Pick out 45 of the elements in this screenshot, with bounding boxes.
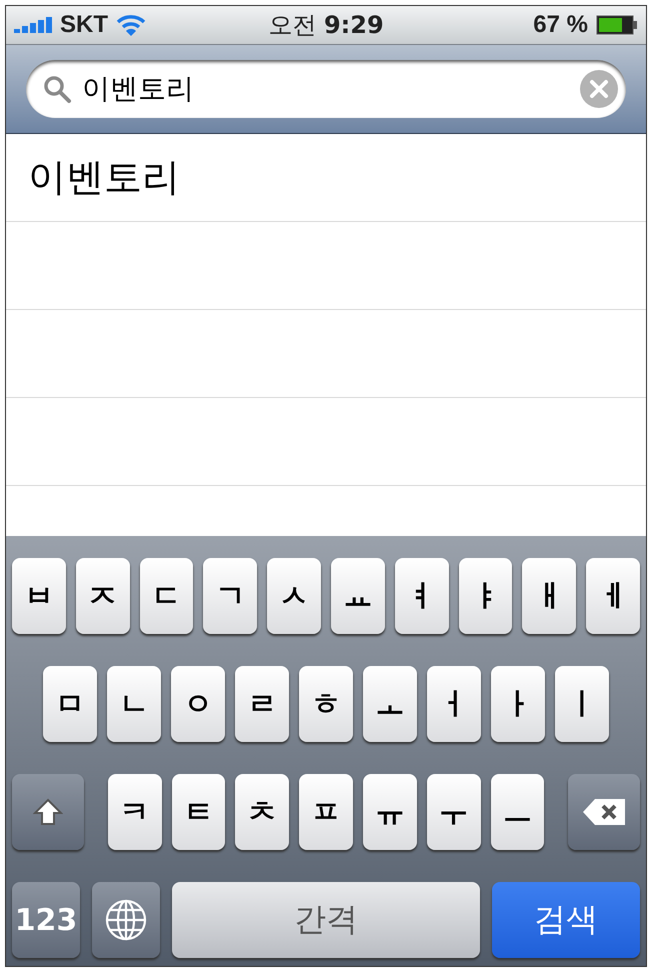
key[interactable]: ㅗ [363,666,417,742]
key[interactable]: ㅎ [299,666,353,742]
search-key[interactable]: 검색 [492,882,640,958]
key[interactable]: ㅔ [586,558,640,634]
globe-key[interactable] [92,882,160,958]
battery-icon [596,15,638,35]
search-result[interactable]: 이벤토리 [6,134,646,222]
key[interactable]: ㅅ [267,558,321,634]
search-icon [42,74,72,104]
key[interactable]: ㅑ [458,558,512,634]
backspace-icon [581,797,628,827]
space-key[interactable]: 간격 [172,882,480,958]
shift-key[interactable] [12,774,84,850]
key[interactable]: ㅐ [522,558,576,634]
key[interactable]: ㅌ [172,774,226,850]
key[interactable]: ㅈ [76,558,130,634]
key[interactable]: ㅣ [555,666,609,742]
key[interactable]: ㅡ [490,774,544,850]
numbers-key[interactable]: 123 [12,882,80,958]
wifi-icon [116,13,146,37]
key[interactable]: ㅜ [426,774,480,850]
search-query: 이벤토리 [82,71,195,107]
key[interactable]: ㄷ [140,558,194,634]
delete-key[interactable] [568,774,640,850]
key[interactable]: ㅋ [108,774,162,850]
globe-icon [105,899,147,941]
signal-icon [14,17,52,33]
key[interactable]: ㅂ [12,558,66,634]
key[interactable]: ㄱ [203,558,258,634]
arrow-up-icon [32,797,63,827]
key[interactable]: ㄹ [235,666,289,742]
key[interactable]: ㅛ [331,558,385,634]
key[interactable]: ㅕ [394,558,449,634]
carrier-name: SKT [60,11,108,39]
key[interactable]: ㅏ [491,666,545,742]
key[interactable]: ㅊ [235,774,290,850]
key[interactable]: ㅠ [362,774,417,850]
key[interactable]: ㅍ [299,774,353,850]
search-field[interactable]: 이벤토리 [26,60,626,118]
key[interactable]: ㅁ [43,666,97,742]
key[interactable]: ㄴ [107,666,161,742]
battery-percent: 67 % [533,11,588,39]
key[interactable]: ㅇ [171,666,225,742]
clock: 오전 9:29 [268,10,384,41]
key[interactable]: ㅓ [427,666,481,742]
